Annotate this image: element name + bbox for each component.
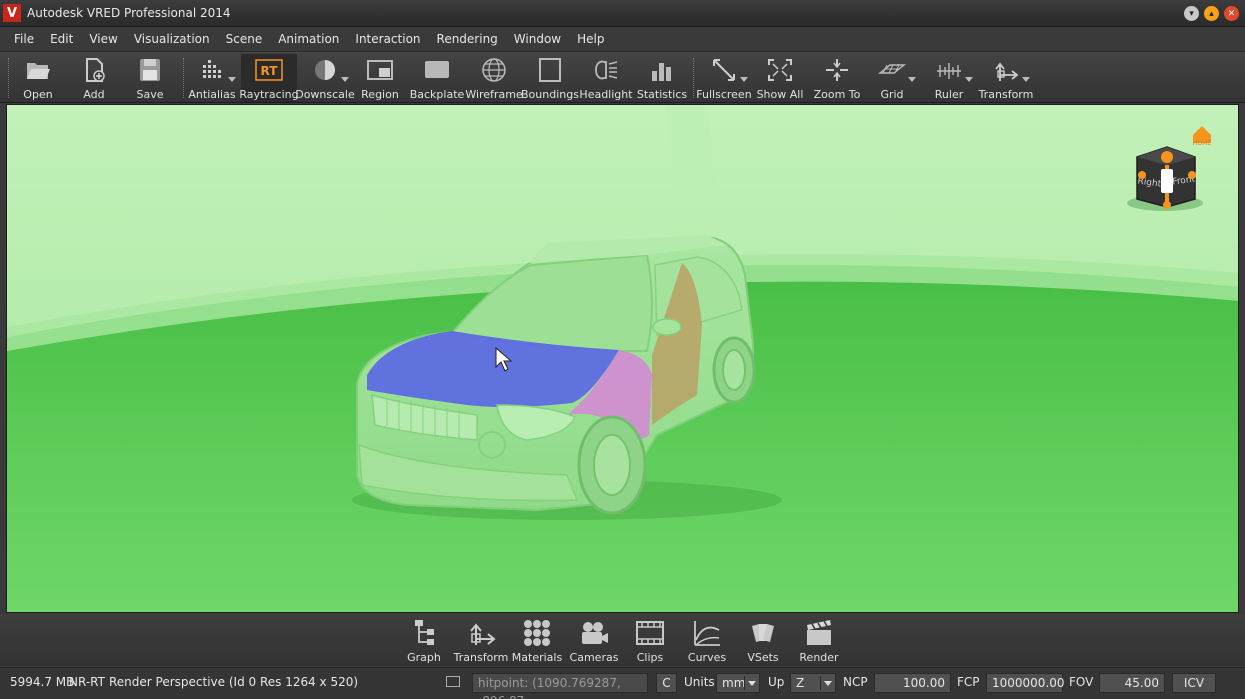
grid-icon	[878, 64, 906, 74]
menu-rendering[interactable]: Rendering	[429, 27, 506, 51]
menu-visualization[interactable]: Visualization	[126, 27, 218, 51]
main-toolbar: Open Add Save Antialias RT Raytracing Do…	[0, 51, 1245, 103]
folder-open-icon	[27, 63, 50, 79]
camera-icon	[582, 622, 608, 644]
transform-module-icon	[470, 623, 496, 645]
module-bar: Graph Transform Materials Cameras Clips	[0, 614, 1245, 666]
svg-text:HOME: HOME	[1193, 140, 1211, 147]
fov-label: FOV	[1069, 675, 1094, 689]
up-label: Up	[768, 675, 785, 689]
antialias-dropdown-arrow[interactable]	[228, 77, 236, 82]
transform-icon	[995, 62, 1019, 81]
vsets-cards-icon	[752, 624, 774, 642]
curves-icon	[694, 621, 720, 646]
menu-bar: File Edit View Visualization Scene Anima…	[0, 27, 1245, 51]
render-info: Render Perspective (Id 0 Res 1264 x 520)	[109, 675, 359, 689]
console-icon[interactable]	[446, 676, 460, 687]
grid-dropdown-arrow[interactable]	[908, 77, 916, 82]
ruler-dropdown-arrow[interactable]	[965, 77, 973, 82]
chevron-down-icon	[748, 681, 756, 686]
status-bar: 5994.7 MB NR-RT Render Perspective (Id 0…	[0, 667, 1245, 699]
backplate-icon	[425, 61, 449, 78]
menu-window[interactable]: Window	[506, 27, 569, 51]
hitpoint-field: hitpoint: (1090.769287, -896.87...	[472, 673, 648, 699]
render-canvas[interactable]: HOME Right Front	[7, 105, 1239, 613]
menu-scene[interactable]: Scene	[218, 27, 271, 51]
ruler-icon	[937, 63, 961, 79]
svg-text:RT: RT	[261, 64, 279, 78]
ncp-input[interactable]: 100.00	[874, 673, 951, 693]
chevron-down-icon	[824, 681, 832, 686]
transform-dropdown-arrow[interactable]	[1022, 77, 1030, 82]
render-mode: NR-RT	[69, 675, 105, 689]
show-all-icon	[768, 59, 792, 81]
memory-usage: 5994.7 MB	[10, 675, 75, 689]
title-bar: V Autodesk VRED Professional 2014 ▾ ▴ ✕	[0, 0, 1245, 27]
units-label: Units	[684, 675, 715, 689]
clapperboard-icon	[807, 620, 831, 645]
fullscreen-dropdown-arrow[interactable]	[740, 77, 748, 82]
boundings-icon	[539, 58, 561, 82]
scene-graph-icon	[415, 620, 434, 645]
downscale-icon	[315, 60, 335, 80]
render-module-button[interactable]: Render	[791, 616, 847, 664]
c-button[interactable]: C	[656, 673, 677, 693]
menu-animation[interactable]: Animation	[270, 27, 347, 51]
fov-input[interactable]: 45.00	[1099, 673, 1165, 693]
minimize-button[interactable]: ▾	[1184, 6, 1199, 21]
statistics-button[interactable]: Statistics	[634, 54, 690, 102]
up-axis-select[interactable]: Z	[790, 673, 836, 693]
transform-tool-label: Transform	[978, 88, 1034, 101]
materials-spheres-icon	[524, 620, 550, 646]
vred-logo-icon: V	[3, 4, 21, 22]
render-label: Render	[799, 651, 839, 664]
render-viewport[interactable]: HOME Right Front	[6, 104, 1239, 613]
wireframe-globe-icon	[482, 58, 506, 82]
fcp-label: FCP	[957, 675, 980, 689]
transform-tool-button[interactable]: Transform	[978, 54, 1034, 102]
units-select[interactable]: mm	[716, 673, 760, 693]
bar-chart-icon	[652, 63, 671, 81]
menu-help[interactable]: Help	[569, 27, 612, 51]
headlight-icon	[595, 60, 618, 80]
region-icon	[367, 60, 393, 80]
maximize-button[interactable]: ▴	[1204, 6, 1219, 21]
menu-edit[interactable]: Edit	[42, 27, 81, 51]
menu-file[interactable]: File	[6, 27, 42, 51]
downscale-dropdown-arrow[interactable]	[341, 77, 349, 82]
icv-button[interactable]: ICV	[1172, 673, 1216, 693]
floppy-disk-icon	[140, 59, 160, 81]
fullscreen-arrows-icon	[713, 59, 735, 81]
menu-view[interactable]: View	[81, 27, 125, 51]
ncp-label: NCP	[843, 675, 868, 689]
add-file-icon	[86, 58, 105, 82]
antialias-icon	[203, 60, 221, 78]
close-button[interactable]: ✕	[1224, 6, 1239, 21]
film-clip-icon	[636, 621, 664, 645]
save-button[interactable]: Save	[122, 54, 178, 102]
fcp-input[interactable]: 1000000.00	[986, 673, 1065, 693]
window-title: Autodesk VRED Professional 2014	[27, 6, 231, 20]
zoom-to-icon	[826, 59, 848, 81]
units-value: mm	[722, 676, 746, 690]
menu-interaction[interactable]: Interaction	[347, 27, 428, 51]
raytracing-icon: RT	[255, 59, 283, 81]
up-axis-value: Z	[796, 676, 805, 690]
